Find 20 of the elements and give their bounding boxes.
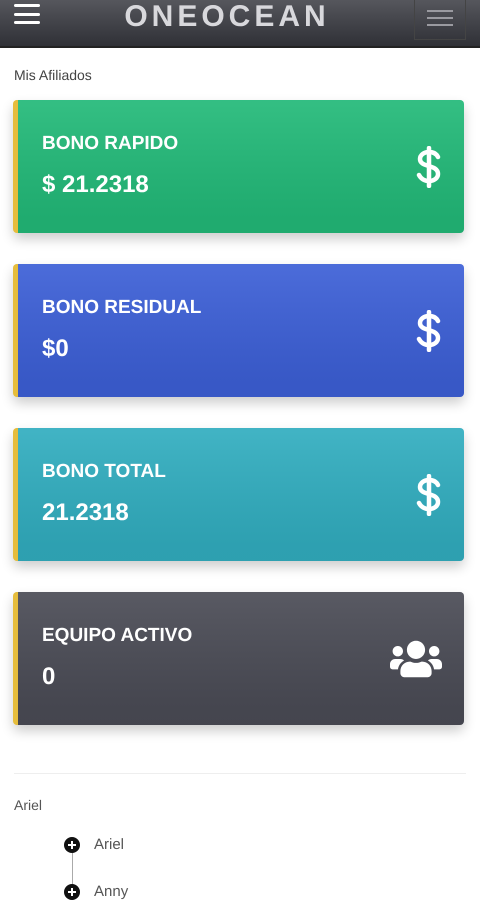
logo: ONEOCEAN	[124, 2, 330, 32]
card-value: 21.2318	[42, 498, 130, 528]
plus-icon[interactable]	[64, 837, 80, 854]
card-value: $0	[42, 334, 70, 364]
section-title: Mis Afiliados	[14, 67, 92, 83]
tree-item[interactable]: Anny	[94, 880, 128, 900]
card-label: BONO RAPIDO	[42, 132, 178, 156]
tree-item[interactable]: Ariel	[94, 834, 124, 856]
dollar-icon	[416, 474, 442, 516]
dollar-icon	[416, 146, 442, 188]
card-value: 0	[42, 662, 56, 692]
card-label: BONO TOTAL	[42, 460, 166, 484]
menu-button[interactable]	[14, 4, 40, 24]
card-label: BONO RESIDUAL	[42, 296, 202, 320]
tree-root: Ariel	[14, 797, 42, 813]
plus-icon[interactable]	[64, 884, 80, 900]
card-value: $ 21.2318	[42, 170, 150, 200]
dollar-icon	[416, 310, 442, 352]
card-label: EQUIPO ACTIVO	[42, 624, 192, 648]
menu-button[interactable]	[414, 0, 466, 40]
